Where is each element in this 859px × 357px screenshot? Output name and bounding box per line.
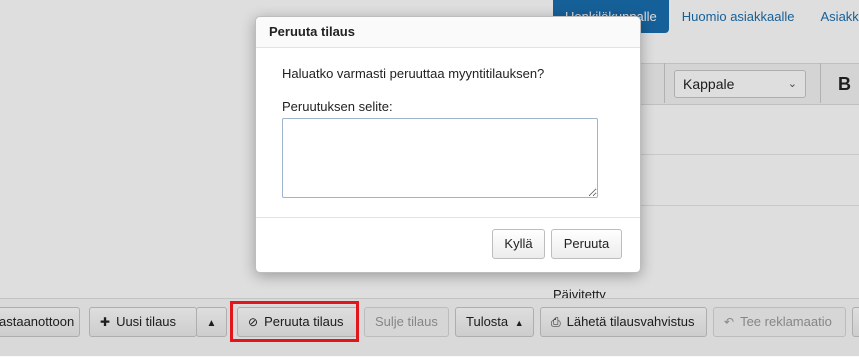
reason-textarea[interactable]	[282, 118, 598, 198]
dialog-title: Peruuta tilaus	[256, 17, 640, 48]
dialog-body: Haluatko varmasti peruuttaa myyntitilauk…	[256, 48, 640, 198]
reason-label: Peruutuksen selite:	[282, 99, 393, 114]
dialog-footer: Kyllä Peruuta	[256, 217, 640, 272]
dialog-question: Haluatko varmasti peruuttaa myyntitilauk…	[282, 66, 545, 81]
yes-button[interactable]: Kyllä	[492, 229, 545, 259]
cancel-order-dialog: Peruuta tilaus Haluatko varmasti peruutt…	[255, 16, 641, 273]
dialog-cancel-button[interactable]: Peruuta	[551, 229, 622, 259]
